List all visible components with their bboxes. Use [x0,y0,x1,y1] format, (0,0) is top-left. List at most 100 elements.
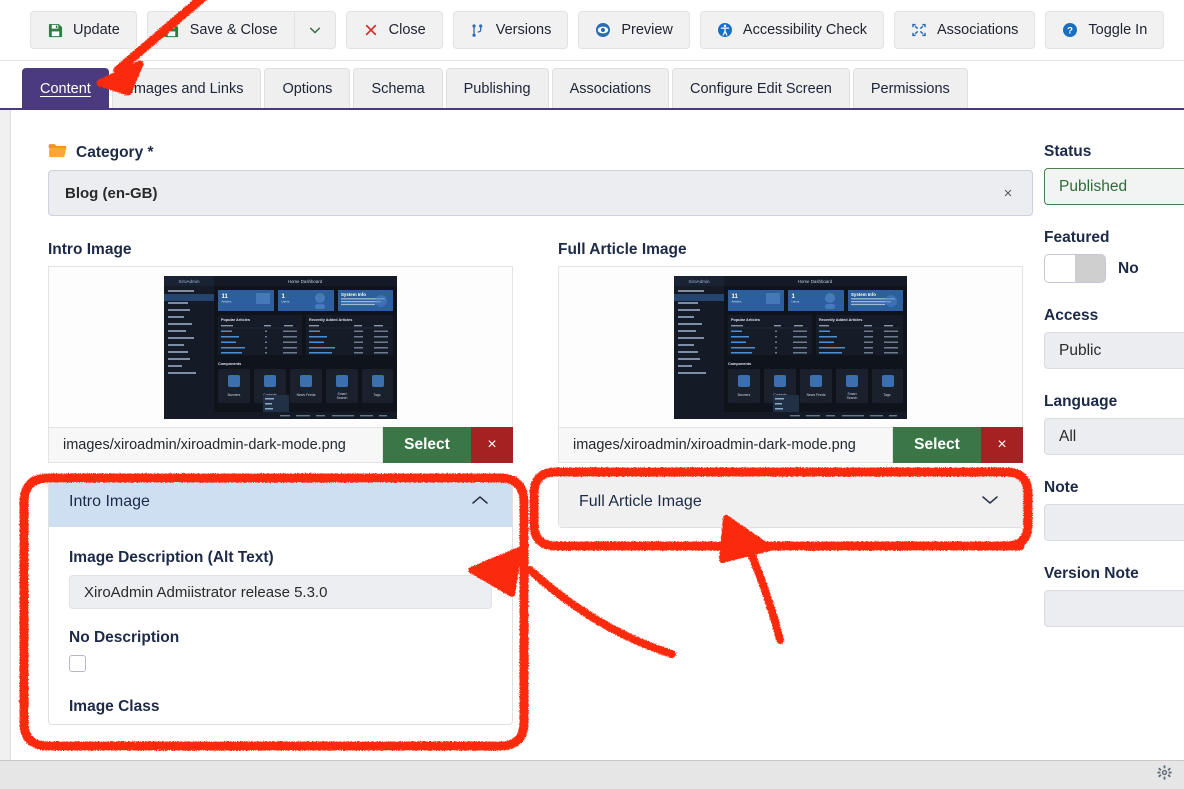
tab-images-and-links-label: Images and Links [130,81,244,97]
preview-button[interactable]: Preview [578,11,690,49]
update-button-label: Update [73,22,120,38]
tab-schema-label: Schema [371,81,424,97]
status-value: Published [1059,178,1127,196]
full-article-image-clear-button[interactable]: × [981,427,1023,463]
category-value: Blog (en-GB) [65,185,157,202]
publishing-sidebar: Status Published Featured No Access Publ… [1044,110,1184,651]
full-article-image-path-row: images/xiroadmin/xiroadmin-dark-mode.png… [558,427,1023,463]
eye-icon [595,22,611,38]
svg-text:System Info: System Info [341,292,366,297]
svg-text:Articles: Articles [222,299,232,303]
note-label: Note [1044,479,1184,497]
intro-image-select-label: Select [404,436,450,454]
svg-text:News Feeds: News Feeds [807,393,826,397]
status-select[interactable]: Published [1044,168,1184,205]
access-value: Public [1059,342,1101,360]
tab-list: Content Images and Links Options Schema … [22,68,968,109]
full-article-image-label-text: Full Article Image [558,241,687,259]
featured-toggle-row: No [1044,254,1184,283]
language-label: Language [1044,393,1184,411]
intro-image-label-text: Intro Image [48,241,132,259]
close-button-label: Close [389,22,426,38]
close-x-icon [363,22,379,38]
accessibility-check-label: Accessibility Check [743,22,867,38]
intro-image-accordion: Intro Image Image Description (Alt Text)… [48,476,513,725]
alt-text-value: XiroAdmin Admiistrator release 5.3.0 [84,584,327,601]
full-article-image-column: Full Article Image XiroAdmin [558,241,1023,528]
tab-permissions-label: Permissions [871,81,950,97]
versions-button[interactable]: Versions [453,11,569,49]
no-description-checkbox[interactable] [69,655,86,672]
associations-icon [911,22,927,38]
full-article-image-accordion-title: Full Article Image [579,493,702,511]
version-note-input[interactable] [1044,590,1184,627]
note-input[interactable] [1044,504,1184,541]
tab-options[interactable]: Options [264,68,350,109]
tab-content[interactable]: Content [22,68,109,109]
tab-content-label: Content [40,81,91,97]
intro-image-clear-button[interactable]: × [471,427,513,463]
tab-publishing[interactable]: Publishing [446,68,549,109]
category-field-row: Blog (en-GB) × [48,170,1033,216]
intro-image-accordion-body: Image Description (Alt Text) XiroAdmin A… [49,527,512,716]
full-article-image-path-value: images/xiroadmin/xiroadmin-dark-mode.png [573,437,856,453]
access-select[interactable]: Public [1044,332,1184,369]
tab-images-and-links[interactable]: Images and Links [112,68,262,109]
browser-bottom-bar [0,760,1184,789]
category-label-text: Category * [76,144,154,162]
associations-button-label: Associations [937,22,1018,38]
svg-text:Search: Search [847,396,858,400]
intro-image-select-button[interactable]: Select [383,427,471,463]
tab-associations-label: Associations [570,81,651,97]
svg-text:?: ? [1067,26,1073,37]
toggle-inline-help-button[interactable]: ? Toggle In [1045,11,1164,49]
svg-text:Banners: Banners [738,393,751,397]
accessibility-icon [717,22,733,38]
save-icon [47,22,63,38]
help-circle-icon: ? [1062,22,1078,38]
svg-text:Home Dashboard: Home Dashboard [288,279,323,284]
no-description-label: No Description [69,629,492,647]
accessibility-check-button[interactable]: Accessibility Check [700,11,884,49]
svg-text:Recently Added Articles: Recently Added Articles [309,318,352,322]
save-and-close-button[interactable]: Save & Close [147,11,294,49]
intro-image-clear-glyph: × [487,436,496,454]
associations-button[interactable]: Associations [894,11,1035,49]
full-article-image-select-label: Select [914,436,960,454]
chevron-down-icon [307,22,323,38]
tab-permissions[interactable]: Permissions [853,68,968,109]
intro-image-preview: XiroAdmin Home Dashboard [48,266,513,428]
access-label: Access [1044,307,1184,325]
save-options-dropdown-button[interactable] [294,11,336,49]
intro-image-accordion-header[interactable]: Intro Image [49,477,512,527]
tab-associations[interactable]: Associations [552,68,669,109]
svg-text:Tags: Tags [373,393,380,397]
gear-icon[interactable] [1157,765,1172,785]
featured-toggle[interactable] [1044,254,1106,283]
full-article-image-path-input[interactable]: images/xiroadmin/xiroadmin-dark-mode.png [558,427,893,463]
tab-configure-edit-screen[interactable]: Configure Edit Screen [672,68,850,109]
intro-image-column: Intro Image XiroAdmin [48,241,513,725]
language-select[interactable]: All [1044,418,1184,455]
svg-text:Search: Search [337,396,348,400]
update-button[interactable]: Update [30,11,137,49]
full-article-image-clear-glyph: × [997,436,1006,454]
category-select[interactable]: Blog (en-GB) [48,170,1033,216]
chevron-down-icon [980,493,1000,511]
versions-button-label: Versions [496,22,552,38]
intro-image-path-row: images/xiroadmin/xiroadmin-dark-mode.png… [48,427,513,463]
close-button[interactable]: Close [346,11,443,49]
full-article-image-accordion-header[interactable]: Full Article Image [559,477,1022,527]
category-section: Category * Blog (en-GB) × [48,110,1033,216]
svg-text:Popular Articles: Popular Articles [731,318,760,322]
alt-text-input[interactable]: XiroAdmin Admiistrator release 5.3.0 [69,575,492,609]
svg-text:Users: Users [282,299,290,303]
editor-toolbar: Update Save & Close Close [0,0,1184,61]
intro-image-path-input[interactable]: images/xiroadmin/xiroadmin-dark-mode.png [48,427,383,463]
intro-image-path-value: images/xiroadmin/xiroadmin-dark-mode.png [63,437,346,453]
edit-form-body: Category * Blog (en-GB) × Intro Image [11,110,1184,760]
full-article-image-select-button[interactable]: Select [893,427,981,463]
category-clear-button[interactable]: × [983,170,1033,216]
alt-text-label: Image Description (Alt Text) [69,549,492,567]
tab-schema[interactable]: Schema [353,68,442,109]
